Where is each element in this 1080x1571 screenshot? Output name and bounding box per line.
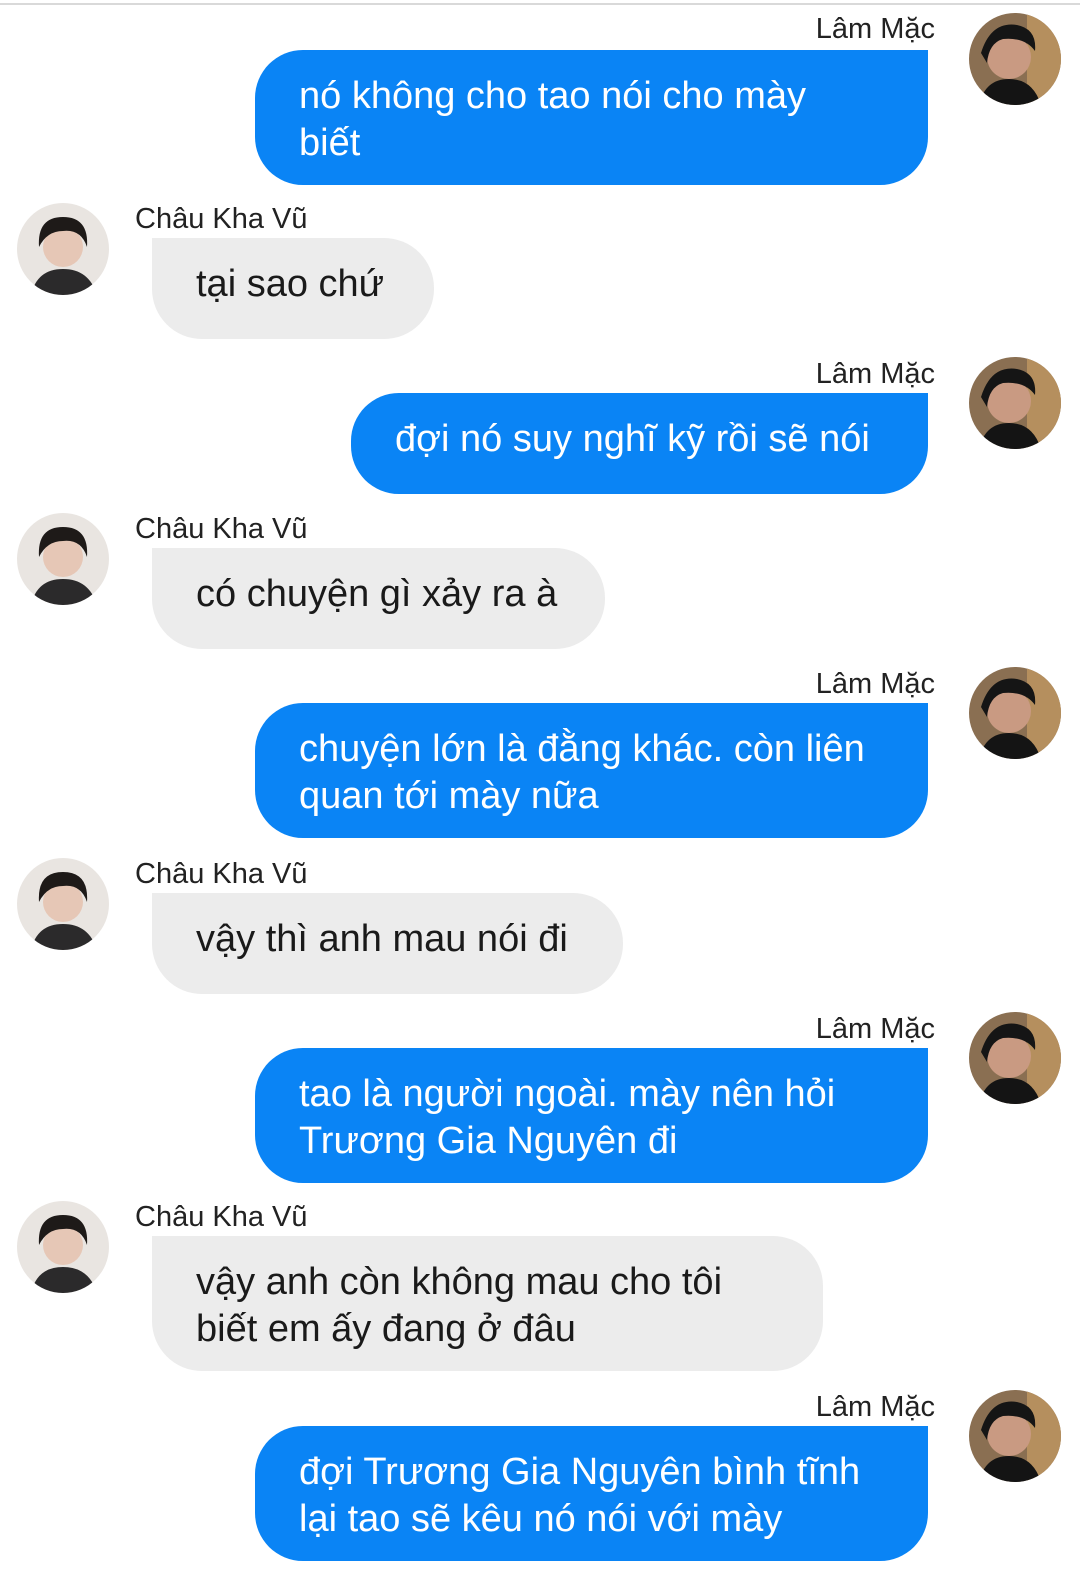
user-avatar-icon: [969, 667, 1061, 759]
message-text-line: biết em ấy đang ở đâu: [196, 1308, 576, 1350]
message-row: Châu Kha Vũ có chuyện gì xảy ra à: [0, 510, 1080, 655]
message-text-line: đợi Trương Gia Nguyên bình tĩnh: [299, 1451, 861, 1493]
message-text-line: tại sao chứ: [196, 263, 385, 305]
sender-name: Lâm Mặc: [815, 358, 935, 390]
message-bubble[interactable]: tao là người ngoài. mày nên hỏi Trương G…: [255, 1048, 928, 1183]
message-row: Lâm Mặc chuyện lớn là đằng khác. còn liê…: [0, 665, 1080, 845]
avatar-chau-kha-vu[interactable]: [17, 203, 109, 295]
user-avatar-icon: [17, 858, 109, 950]
sender-name: Lâm Mặc: [815, 1013, 935, 1045]
message-row: Lâm Mặc tao là người ngoài. mày nên hỏi …: [0, 1010, 1080, 1190]
message-text-line: quan tới mày nữa: [299, 775, 599, 817]
user-avatar-icon: [17, 203, 109, 295]
sender-name: Châu Kha Vũ: [135, 203, 308, 235]
message-text-line: chuyện lớn là đằng khác. còn liên: [299, 728, 865, 770]
user-avatar-icon: [969, 1390, 1061, 1482]
avatar-lam-mac[interactable]: [969, 1390, 1061, 1482]
message-bubble[interactable]: nó không cho tao nói cho mày biết: [255, 50, 928, 185]
avatar-lam-mac[interactable]: [969, 13, 1061, 105]
message-bubble[interactable]: có chuyện gì xảy ra à: [152, 548, 605, 649]
message-text-line: tao là người ngoài. mày nên hỏi: [299, 1073, 836, 1115]
message-row: Châu Kha Vũ vậy thì anh mau nói đi: [0, 855, 1080, 1000]
message-row: Lâm Mặc nó không cho tao nói cho mày biế…: [0, 10, 1080, 190]
message-text-line: lại tao sẽ kêu nó nói với mày: [299, 1498, 783, 1540]
message-bubble[interactable]: đợi Trương Gia Nguyên bình tĩnh lại tao …: [255, 1426, 928, 1561]
message-text-line: vậy thì anh mau nói đi: [196, 918, 568, 960]
avatar-lam-mac[interactable]: [969, 357, 1061, 449]
sender-name: Châu Kha Vũ: [135, 1201, 308, 1233]
message-text-line: vậy anh còn không mau cho tôi: [196, 1261, 723, 1303]
avatar-chau-kha-vu[interactable]: [17, 1201, 109, 1293]
message-row: Lâm Mặc đợi Trương Gia Nguyên bình tĩnh …: [0, 1388, 1080, 1571]
user-avatar-icon: [17, 513, 109, 605]
message-row: Châu Kha Vũ tại sao chứ: [0, 200, 1080, 345]
message-text-line: biết: [299, 122, 361, 164]
sender-name: Châu Kha Vũ: [135, 513, 308, 545]
message-text-line: nó không cho tao nói cho mày: [299, 75, 807, 117]
user-avatar-icon: [969, 1012, 1061, 1104]
avatar-chau-kha-vu[interactable]: [17, 513, 109, 605]
sender-name: Lâm Mặc: [815, 1391, 935, 1423]
avatar-chau-kha-vu[interactable]: [17, 858, 109, 950]
message-bubble[interactable]: vậy anh còn không mau cho tôi biết em ấy…: [152, 1236, 823, 1371]
top-divider: [0, 3, 1080, 5]
message-row: Lâm Mặc đợi nó suy nghĩ kỹ rồi sẽ nói: [0, 355, 1080, 500]
message-bubble[interactable]: vậy thì anh mau nói đi: [152, 893, 623, 994]
message-row: Châu Kha Vũ vậy anh còn không mau cho tô…: [0, 1198, 1080, 1378]
avatar-lam-mac[interactable]: [969, 1012, 1061, 1104]
message-text-line: Trương Gia Nguyên đi: [299, 1120, 678, 1162]
user-avatar-icon: [969, 13, 1061, 105]
sender-name: Châu Kha Vũ: [135, 858, 308, 890]
sender-name: Lâm Mặc: [815, 13, 935, 45]
avatar-lam-mac[interactable]: [969, 667, 1061, 759]
user-avatar-icon: [969, 357, 1061, 449]
message-bubble[interactable]: tại sao chứ: [152, 238, 434, 339]
message-text-line: có chuyện gì xảy ra à: [196, 573, 558, 615]
sender-name: Lâm Mặc: [815, 668, 935, 700]
message-bubble[interactable]: chuyện lớn là đằng khác. còn liên quan t…: [255, 703, 928, 838]
user-avatar-icon: [17, 1201, 109, 1293]
message-text-line: đợi nó suy nghĩ kỹ rồi sẽ nói: [395, 418, 870, 460]
message-bubble[interactable]: đợi nó suy nghĩ kỹ rồi sẽ nói: [351, 393, 928, 494]
